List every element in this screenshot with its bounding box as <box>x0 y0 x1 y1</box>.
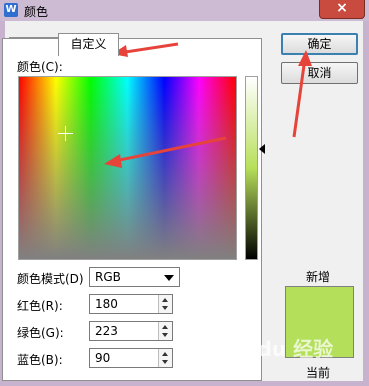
annotation-arrow-ok <box>292 50 312 138</box>
annotation-arrow-spectrum <box>104 136 227 168</box>
annotation-arrow-tab <box>111 42 179 57</box>
tab-custom[interactable]: 自定义 <box>58 33 119 56</box>
annotation-arrows <box>104 42 312 168</box>
